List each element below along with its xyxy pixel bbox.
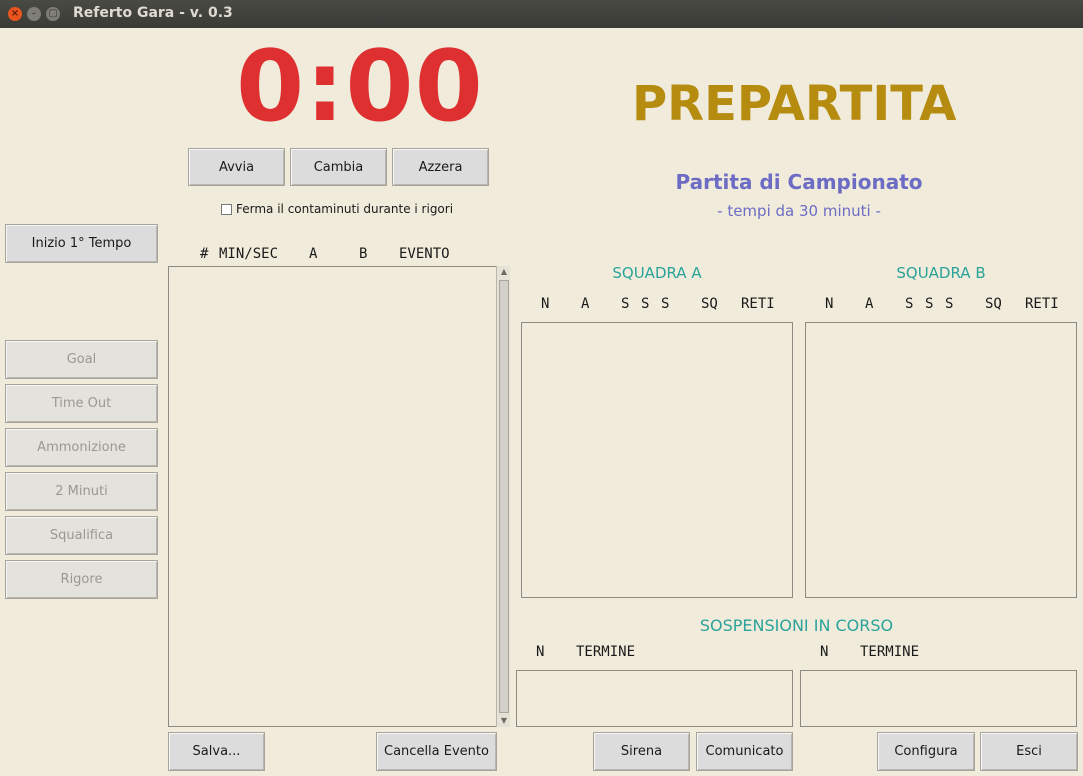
team-a-header-s3: S: [661, 296, 670, 312]
scroll-up-icon[interactable]: ▲: [499, 267, 509, 277]
maximize-window-button[interactable]: ▢: [46, 7, 60, 21]
minimize-window-button[interactable]: –: [27, 7, 41, 21]
stop-on-penalties-label: Ferma il contaminuti durante i rigori: [236, 202, 454, 216]
team-a-title: SQUADRA A: [612, 264, 702, 282]
team-b-roster-list[interactable]: [805, 322, 1077, 598]
exit-button[interactable]: Esci: [980, 732, 1078, 771]
suspensions-b-header-number: N: [820, 644, 829, 660]
suspensions-a-header-number: N: [536, 644, 545, 660]
warning-button[interactable]: Ammonizione: [5, 428, 158, 467]
suspensions-a-list[interactable]: [516, 670, 793, 727]
team-b-header-sq: SQ: [985, 296, 1002, 312]
team-b-header-s2: S: [925, 296, 934, 312]
scrollbar-thumb[interactable]: [499, 280, 509, 713]
event-log-header-team-b: B: [359, 246, 368, 262]
configure-button[interactable]: Configura: [877, 732, 975, 771]
team-a-header-sq: SQ: [701, 296, 718, 312]
team-b-header-number: N: [825, 296, 834, 312]
penalty-button[interactable]: Rigore: [5, 560, 158, 599]
team-b-header-goals: RETI: [1025, 296, 1059, 312]
start-period-button[interactable]: Inizio 1° Tempo: [5, 224, 158, 263]
team-a-header-s1: S: [621, 296, 630, 312]
period-info: - tempi da 30 minuti -: [717, 202, 881, 220]
change-timer-button[interactable]: Cambia: [290, 148, 387, 186]
team-a-roster-list[interactable]: [521, 322, 793, 598]
event-log-header-event: EVENTO: [399, 246, 450, 262]
team-b-header-s1: S: [905, 296, 914, 312]
scroll-down-icon[interactable]: ▼: [499, 716, 509, 726]
save-button[interactable]: Salva...: [168, 732, 265, 771]
team-b-title: SQUADRA B: [896, 264, 986, 282]
window-titlebar: × – ▢ Referto Gara - v. 0.3: [0, 0, 1083, 28]
team-b-header-s3: S: [945, 296, 954, 312]
two-minutes-button[interactable]: 2 Minuti: [5, 472, 158, 511]
match-phase: PREPARTITA: [632, 76, 957, 132]
delete-event-button[interactable]: Cancella Evento: [376, 732, 497, 771]
game-clock: 0:00: [236, 30, 484, 144]
event-log-header-time: MIN/SEC: [219, 246, 279, 262]
time-out-button[interactable]: Time Out: [5, 384, 158, 423]
suspensions-b-header-end: TERMINE: [860, 644, 920, 660]
window-title: Referto Gara - v. 0.3: [73, 5, 233, 21]
team-a-header-number: N: [541, 296, 550, 312]
team-a-header-s2: S: [641, 296, 650, 312]
suspensions-a-header-end: TERMINE: [576, 644, 636, 660]
event-log-list[interactable]: [168, 266, 497, 727]
event-log-scrollbar[interactable]: ▲ ▼: [496, 266, 510, 727]
start-timer-button[interactable]: Avvia: [188, 148, 285, 186]
suspensions-b-list[interactable]: [800, 670, 1077, 727]
siren-button[interactable]: Sirena: [593, 732, 690, 771]
event-log-header-team-a: A: [309, 246, 318, 262]
match-type: Partita di Campionato: [675, 170, 923, 194]
close-window-button[interactable]: ×: [8, 7, 22, 21]
stop-on-penalties-checkbox[interactable]: [221, 204, 232, 215]
team-a-header-a: A: [581, 296, 590, 312]
team-b-header-a: A: [865, 296, 874, 312]
team-a-header-goals: RETI: [741, 296, 775, 312]
goal-button[interactable]: Goal: [5, 340, 158, 379]
announcement-button[interactable]: Comunicato: [696, 732, 793, 771]
reset-timer-button[interactable]: Azzera: [392, 148, 489, 186]
event-log-header-number: #: [200, 246, 209, 262]
disqualification-button[interactable]: Squalifica: [5, 516, 158, 555]
suspensions-title: SOSPENSIONI IN CORSO: [699, 616, 894, 635]
